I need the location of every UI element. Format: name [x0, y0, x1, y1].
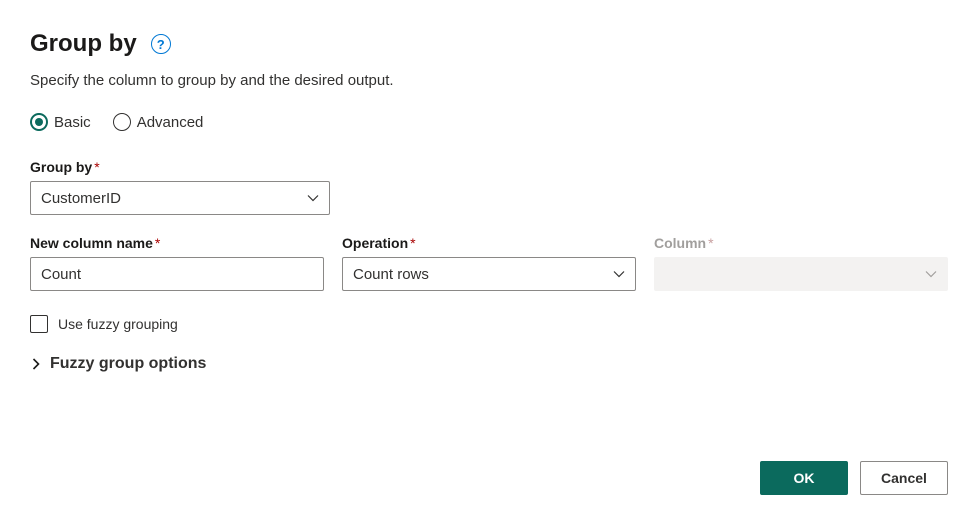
fuzzy-checkbox-label: Use fuzzy grouping — [58, 316, 178, 332]
column-select — [654, 257, 948, 291]
page-subtitle: Specify the column to group by and the d… — [30, 72, 948, 89]
fuzzy-checkbox[interactable]: Use fuzzy grouping — [30, 315, 948, 333]
help-icon[interactable]: ? — [151, 34, 171, 54]
operation-label: Operation* — [342, 235, 636, 251]
chevron-down-icon — [925, 268, 937, 280]
operation-select[interactable]: Count rows — [342, 257, 636, 291]
radio-basic[interactable]: Basic — [30, 113, 91, 131]
new-column-label: New column name* — [30, 235, 324, 251]
group-by-label: Group by* — [30, 159, 948, 175]
checkbox-icon — [30, 315, 48, 333]
chevron-down-icon — [613, 268, 625, 280]
group-by-value: CustomerID — [41, 190, 121, 207]
fuzzy-options-label: Fuzzy group options — [50, 355, 206, 373]
radio-advanced-label: Advanced — [137, 114, 204, 131]
page-title: Group by — [30, 30, 137, 58]
group-by-select[interactable]: CustomerID — [30, 181, 330, 215]
mode-radio-group: Basic Advanced — [30, 113, 948, 131]
column-label: Column* — [654, 235, 948, 251]
new-column-value: Count — [41, 266, 81, 283]
radio-basic-label: Basic — [54, 114, 91, 131]
new-column-input[interactable]: Count — [30, 257, 324, 291]
fuzzy-options-expander[interactable]: Fuzzy group options — [30, 355, 948, 373]
radio-advanced[interactable]: Advanced — [113, 113, 204, 131]
operation-value: Count rows — [353, 266, 429, 283]
radio-icon — [113, 113, 131, 131]
dialog-footer: OK Cancel — [760, 461, 948, 495]
chevron-right-icon — [30, 358, 42, 370]
cancel-button[interactable]: Cancel — [860, 461, 948, 495]
chevron-down-icon — [307, 192, 319, 204]
ok-button[interactable]: OK — [760, 461, 848, 495]
radio-icon — [30, 113, 48, 131]
